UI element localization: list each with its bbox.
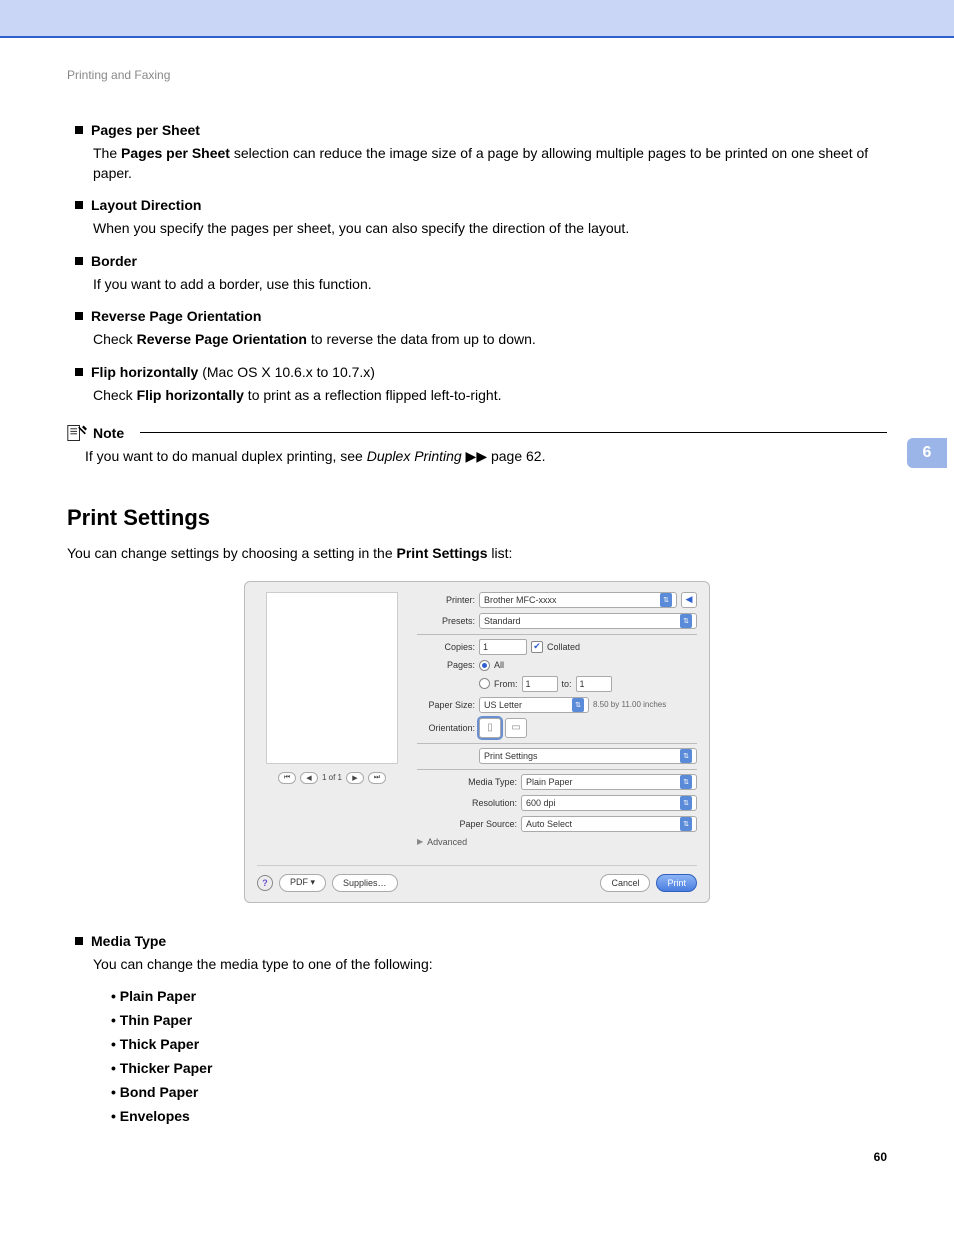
feature-desc: When you specify the pages per sheet, yo… [93,219,887,239]
feature-border: Border If you want to add a border, use … [75,253,887,295]
to-input[interactable]: 1 [576,676,612,692]
media-type-label: Media Type: [447,777,517,787]
paper-size-select[interactable]: US Letter⇅ [479,697,589,713]
disclosure-triangle-icon: ▶ [417,837,423,846]
note-rule [140,432,887,434]
note-text: If you want to do manual duplex printing… [85,448,887,465]
feature-flip: Flip horizontally (Mac OS X 10.6.x to 10… [75,364,887,406]
list-item: Envelopes [111,1108,887,1124]
list-item: Thicker Paper [111,1060,887,1076]
feature-desc: If you want to add a border, use this fu… [93,275,887,295]
note-block: Note If you want to do manual duplex pri… [67,424,887,465]
preview-box [266,592,398,764]
printer-label: Printer: [417,595,475,605]
dropdown-icon: ⇅ [572,698,584,712]
from-label: From: [494,679,518,689]
list-item: Plain Paper [111,988,887,1004]
paper-size-label: Paper Size: [417,700,475,710]
pager-next-button[interactable]: ▶ [346,772,364,784]
paper-source-label: Paper Source: [447,819,517,829]
feature-desc: Check Reverse Page Orientation to revers… [93,330,887,350]
list-item: Thin Paper [111,1012,887,1028]
feature-title: Reverse Page Orientation [91,308,261,324]
dropdown-icon: ⇅ [660,593,672,607]
dropdown-icon: ⇅ [680,775,692,789]
pdf-button[interactable]: PDF ▾ [279,874,326,892]
panel-select[interactable]: Print Settings⇅ [479,748,697,764]
pages-label: Pages: [417,660,475,670]
pager-text: 1 of 1 [322,773,342,782]
pager-last-button[interactable]: ⏭ [368,772,386,784]
resolution-label: Resolution: [447,798,517,808]
orientation-portrait-button[interactable]: ▯ [479,718,501,738]
chapter-tab: 6 [907,438,947,468]
printer-info-button[interactable]: ◀ [681,592,697,608]
advanced-toggle[interactable]: ▶ Advanced [417,837,697,847]
feature-title: Layout Direction [91,197,201,213]
page-number: 60 [874,1150,887,1164]
help-button[interactable]: ? [257,875,273,891]
paper-dims: 8.50 by 11.00 inches [593,700,666,709]
feature-title: Border [91,253,137,269]
feature-title: Flip horizontally [91,364,198,380]
dropdown-icon: ⇅ [680,614,692,628]
note-icon [67,424,87,442]
presets-label: Presets: [417,616,475,626]
presets-select[interactable]: Standard⇅ [479,613,697,629]
all-label: All [494,660,504,670]
resolution-select[interactable]: 600 dpi⇅ [521,795,697,811]
list-item: Thick Paper [111,1036,887,1052]
print-dialog: ⏮ ◀ 1 of 1 ▶ ⏭ Printer: Brother MFC-xxxx… [244,581,710,903]
list-item: Bond Paper [111,1084,887,1100]
feature-desc: You can change the media type to one of … [93,955,887,975]
pages-from-radio[interactable] [479,678,490,689]
section-title: Print Settings [67,505,887,531]
collated-checkbox[interactable]: ✔ [531,641,543,653]
feature-desc: The Pages per Sheet selection can reduce… [93,144,887,183]
collated-label: Collated [547,642,580,652]
dropdown-icon: ⇅ [680,796,692,810]
chapter-header: Printing and Faxing [67,68,887,82]
cancel-button[interactable]: Cancel [600,874,650,892]
from-input[interactable]: 1 [522,676,558,692]
pages-all-radio[interactable] [479,660,490,671]
media-type-options: Plain Paper Thin Paper Thick Paper Thick… [75,988,887,1124]
section-intro: You can change settings by choosing a se… [67,545,887,561]
orientation-landscape-button[interactable]: ▭ [505,718,527,738]
pager-prev-button[interactable]: ◀ [300,772,318,784]
feature-title: Pages per Sheet [91,122,200,138]
feature-media-type: Media Type You can change the media type… [75,933,887,1125]
print-button[interactable]: Print [656,874,697,892]
feature-reverse: Reverse Page Orientation Check Reverse P… [75,308,887,350]
preview-pager: ⏮ ◀ 1 of 1 ▶ ⏭ [278,772,386,784]
feature-desc: Check Flip horizontally to print as a re… [93,386,887,406]
dropdown-icon: ⇅ [680,749,692,763]
to-label: to: [562,679,572,689]
supplies-button[interactable]: Supplies… [332,874,398,892]
pager-first-button[interactable]: ⏮ [278,772,296,784]
feature-pages-per-sheet: Pages per Sheet The Pages per Sheet sele… [75,122,887,183]
orientation-label: Orientation: [417,723,475,733]
media-type-select[interactable]: Plain Paper⇅ [521,774,697,790]
dropdown-icon: ⇅ [680,817,692,831]
copies-label: Copies: [417,642,475,652]
feature-title: Media Type [91,933,166,949]
copies-input[interactable]: 1 [479,639,527,655]
feature-layout-direction: Layout Direction When you specify the pa… [75,197,887,239]
paper-source-select[interactable]: Auto Select⇅ [521,816,697,832]
top-banner [0,0,954,38]
note-label: Note [93,425,124,441]
printer-select[interactable]: Brother MFC-xxxx⇅ [479,592,677,608]
